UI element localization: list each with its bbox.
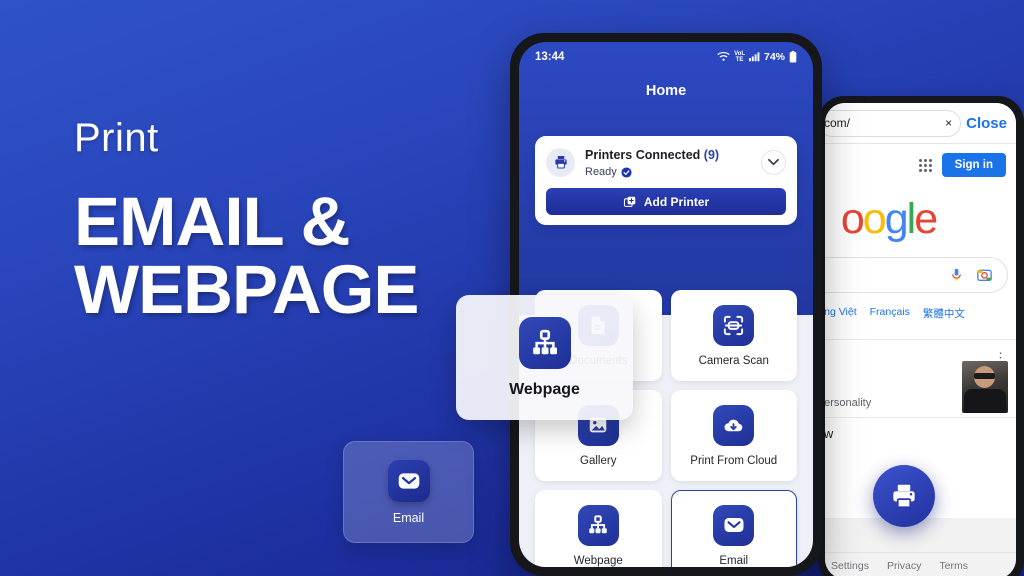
promo-headline: EMAIL & WEBPAGE [74, 187, 504, 329]
printer-icon [546, 147, 575, 177]
logo-letter-1: o [840, 195, 865, 243]
sign-in-button[interactable]: Sign in [941, 153, 1006, 177]
footer-link-terms[interactable]: Terms [939, 560, 968, 572]
tile-print-from-cloud-label: Print From Cloud [690, 454, 778, 467]
url-text: com/ [825, 116, 851, 130]
page-title: Home [645, 83, 687, 99]
language-link-1[interactable]: ng Việt [825, 306, 857, 321]
tile-webpage-label: Webpage [573, 554, 623, 567]
browser-url-bar: com/ × Close [825, 103, 1016, 144]
phone-browser-screen: com/ × Close Sign in oogle ng Việt Franç… [825, 103, 1016, 576]
printer-status-ready: Ready [585, 166, 617, 178]
printer-status-title-row: Printers Connected (9) [585, 148, 719, 162]
phone-browser-device: com/ × Close Sign in oogle ng Việt Franç… [818, 96, 1024, 576]
scan-frame-icon [713, 304, 755, 346]
envelope-icon [387, 459, 430, 502]
floating-email-card[interactable]: Email [343, 441, 474, 543]
status-bar-battery-percent: 74% [763, 50, 785, 63]
add-printer-button[interactable]: Add Printer [546, 188, 786, 215]
language-link-2[interactable]: Français [870, 306, 910, 321]
logo-letter-5: e [914, 195, 938, 243]
google-search-box[interactable] [825, 257, 1008, 293]
printer-status-count: (9) [703, 148, 720, 162]
browser-close-button[interactable]: Close [966, 115, 1010, 132]
printer-icon [893, 484, 915, 509]
microphone-icon[interactable] [949, 266, 964, 284]
tile-webpage[interactable]: Webpage [535, 490, 662, 567]
add-box-icon [623, 195, 637, 209]
language-link-3[interactable]: 繁體中文 [923, 306, 965, 321]
tile-print-from-cloud[interactable]: Print From Cloud [670, 390, 797, 481]
promo-headline-line2: WEBPAGE [74, 251, 419, 329]
google-logo: oogle [825, 195, 1016, 244]
volte-icon: VoL TE [734, 50, 745, 63]
battery-icon [789, 50, 797, 63]
tile-camera-scan[interactable]: Camera Scan [670, 290, 797, 381]
browser-top-icons: Sign in [825, 144, 1016, 177]
wifi-icon [717, 51, 730, 62]
thumbnail-glasses [974, 373, 995, 379]
print-fab-button[interactable] [873, 465, 935, 527]
add-printer-button-label: Add Printer [643, 194, 710, 209]
cloud-download-icon [713, 404, 755, 446]
tile-gallery-label: Gallery [580, 454, 617, 467]
status-bar: 13:44 VoL TE 74% [519, 42, 813, 71]
printer-status-title: Printers Connected [585, 148, 701, 162]
grid-apps-icon[interactable] [918, 158, 932, 172]
footer-link-privacy[interactable]: Privacy [887, 560, 921, 572]
promo-copy: Print EMAIL & WEBPAGE [74, 118, 504, 325]
floating-webpage-card-label: Webpage [509, 380, 580, 398]
search-result-description: media personality [825, 397, 872, 409]
status-bar-time: 13:44 [535, 50, 565, 63]
status-bar-indicators: VoL TE 74% [717, 50, 797, 63]
close-icon[interactable]: × [945, 116, 952, 130]
page-gray-band [825, 518, 1016, 552]
logo-letter-2: o [862, 195, 887, 243]
check-circle-icon [621, 166, 632, 178]
person-thumbnail [962, 361, 1008, 413]
url-input[interactable]: com/ × [825, 109, 962, 137]
thumbnail-body [964, 389, 1006, 413]
printer-status-card: Printers Connected (9) Ready Add Printer [535, 136, 797, 225]
printer-status-text: Printers Connected (9) Ready [585, 146, 751, 178]
search-result-secondary[interactable]: nd draw [825, 417, 1016, 441]
signal-bars-icon [748, 51, 760, 62]
promo-kicker: Print [74, 116, 159, 160]
search-result-secondary-text: nd draw [825, 426, 834, 441]
browser-footer-links: Settings Privacy Terms [825, 552, 1016, 576]
floating-webpage-card[interactable]: Webpage [456, 295, 633, 420]
printer-status-row: Printers Connected (9) Ready [546, 146, 786, 178]
printer-status-ready-row: Ready [585, 166, 751, 178]
envelope-icon [713, 504, 755, 546]
tile-email-label: Email [719, 554, 749, 567]
sitemap-icon [518, 316, 571, 369]
sitemap-icon [577, 504, 619, 546]
chevron-down-icon[interactable] [761, 149, 786, 175]
footer-link-settings[interactable]: Settings [831, 560, 869, 572]
camera-lens-icon[interactable] [976, 267, 993, 283]
tile-camera-scan-label: Camera Scan [698, 354, 769, 367]
search-result-item[interactable]: es ⋮ media personality [825, 339, 1016, 417]
floating-email-card-label: Email [392, 510, 425, 525]
language-links: ng Việt Français 繁體中文 [825, 306, 1016, 321]
logo-letter-3: g [884, 195, 909, 243]
tile-email[interactable]: Email [670, 490, 797, 567]
promo-headline-line1: EMAIL & [74, 183, 350, 260]
